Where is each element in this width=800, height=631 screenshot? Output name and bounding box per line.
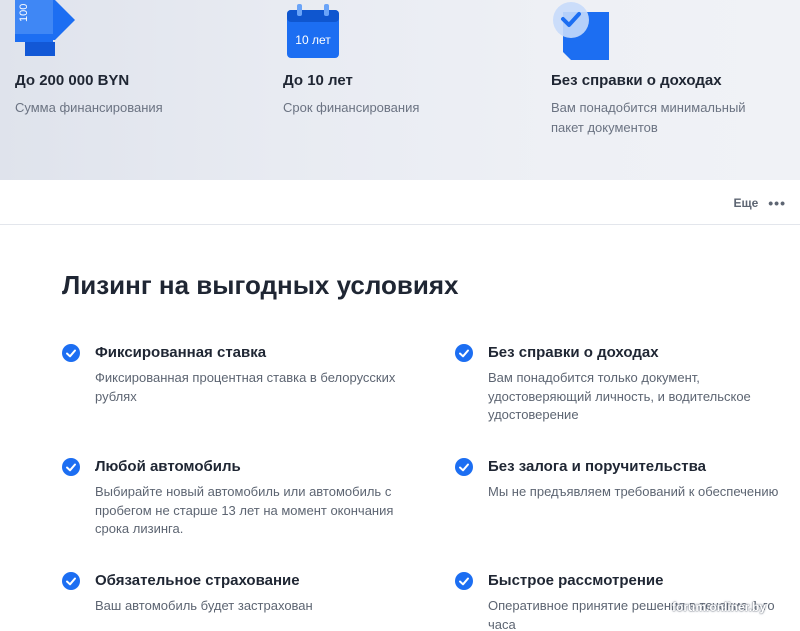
calendar-icon: 10 лет <box>283 0 347 60</box>
more-bar: Еще ••• <box>0 180 800 225</box>
benefit-title: Обязательное страхование <box>95 572 300 589</box>
feature-amount-subtitle: Сумма финансирования <box>15 100 163 115</box>
benefit-description: Фиксированная процентная ставка в белору… <box>95 370 396 404</box>
feature-term-title: До 10 лет <box>283 72 353 89</box>
check-circle-icon <box>455 458 473 476</box>
check-circle-icon <box>62 572 80 590</box>
hero-banner: 100 До 200 000 BYN Сумма финансирования … <box>0 0 800 180</box>
watermark: forum.onliner.by <box>672 600 767 614</box>
feature-amount-title: До 200 000 BYN <box>15 72 130 89</box>
money-stack-label: 100 <box>18 4 30 22</box>
feature-term-subtitle: Срок финансирования <box>283 100 420 115</box>
check-circle-icon <box>62 458 80 476</box>
document-check-icon <box>551 0 615 60</box>
benefit-description: Ваш автомобиль будет застрахован <box>95 598 313 613</box>
section-title: Лизинг на выгодных условиях <box>62 270 459 300</box>
money-stack-icon: 100 <box>15 0 79 60</box>
benefit-title: Любой автомобиль <box>95 458 241 475</box>
feature-no-income-proof-title: Без справки о доходах <box>551 72 722 89</box>
benefit-description: Вам понадобится только документ, удостов… <box>488 370 751 422</box>
more-dots-icon: ••• <box>768 195 786 211</box>
benefit-title: Без справки о доходах <box>488 344 659 361</box>
more-button[interactable]: Еще ••• <box>733 193 786 213</box>
check-circle-icon <box>62 344 80 362</box>
benefit-title: Фиксированная ставка <box>95 344 267 361</box>
benefit-title: Без залога и поручительства <box>488 458 706 475</box>
calendar-label: 10 лет <box>295 33 331 47</box>
benefit-title: Быстрое рассмотрение <box>488 572 664 589</box>
benefit-description: Мы не предъявляем требований к обеспечен… <box>488 484 779 499</box>
more-label: Еще <box>733 196 759 210</box>
check-circle-icon <box>455 344 473 362</box>
benefit-description: Выбирайте новый автомобиль или автомобил… <box>95 484 394 536</box>
feature-no-income-proof-subtitle: Вам понадобится минимальный пакет докуме… <box>551 100 746 135</box>
check-circle-icon <box>455 572 473 590</box>
